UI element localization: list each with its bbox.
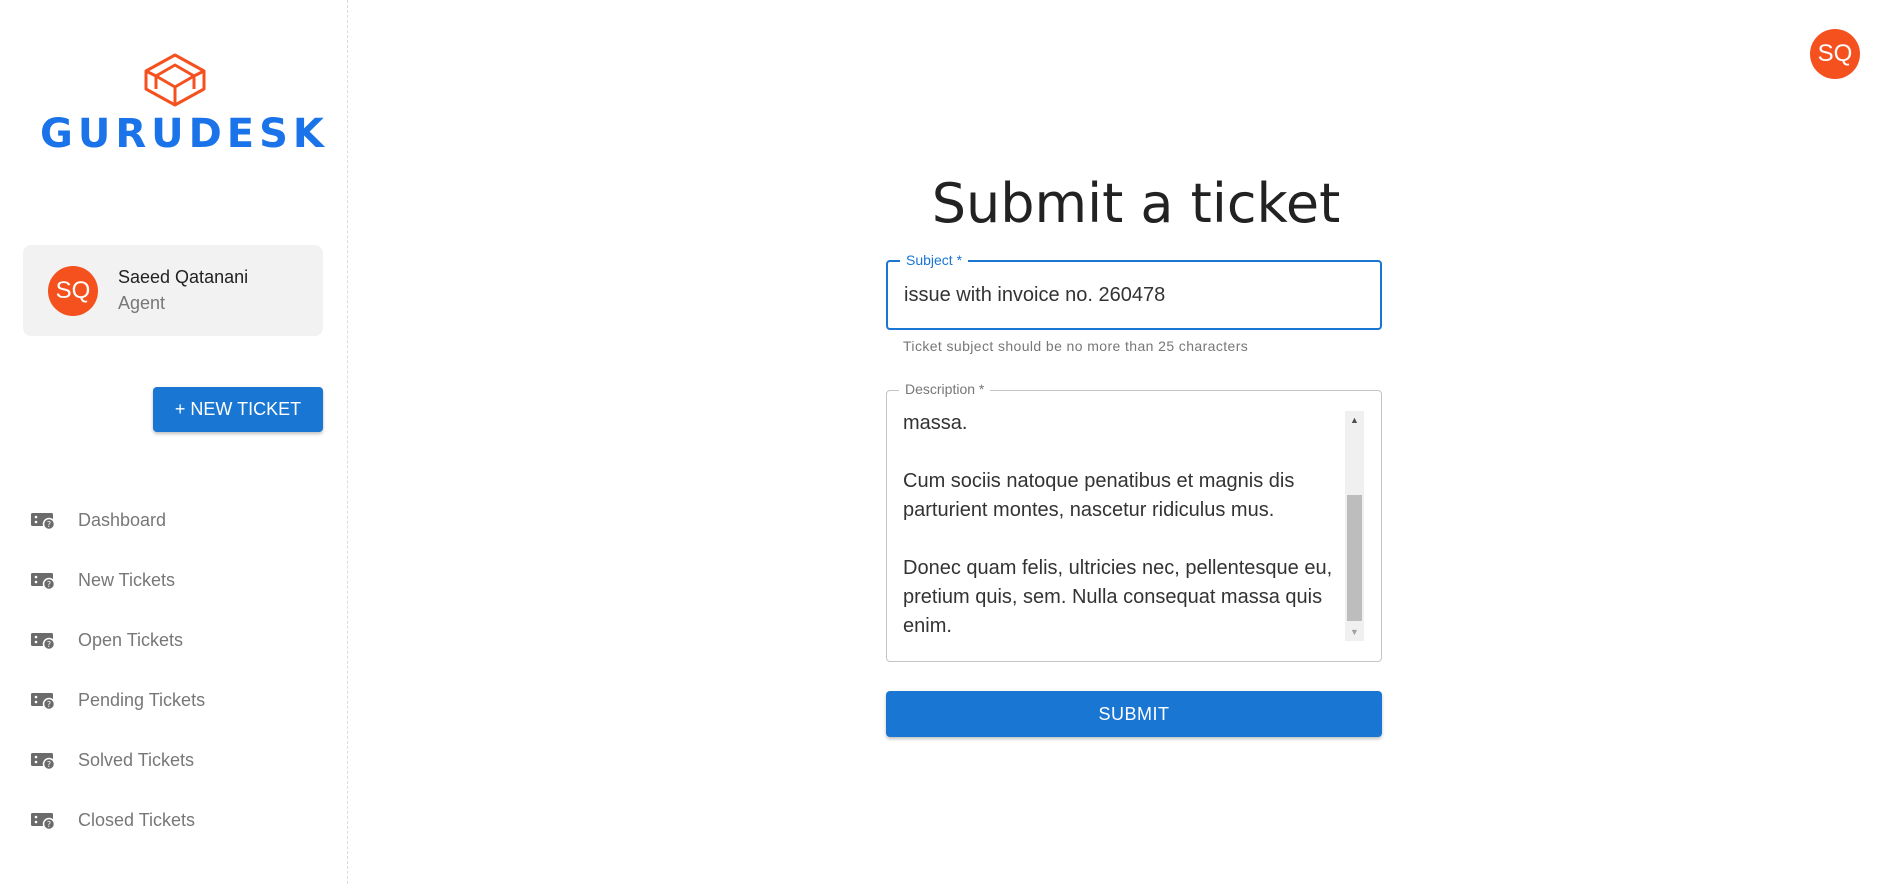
sidebar-item-label: New Tickets [78, 569, 176, 590]
description-scrollbar[interactable]: ▲ ▼ [1345, 411, 1364, 641]
ticket-icon: ? [31, 513, 56, 530]
ticket-icon: ? [31, 813, 56, 830]
page-title: Submit a ticket [931, 172, 1341, 235]
ticket-icon: ? [31, 573, 56, 590]
user-role: Agent [118, 293, 166, 313]
ticket-icon: ? [31, 633, 56, 650]
sidebar: GURUDESK SQ Saeed Qatanani Agent + NEW T… [0, 0, 348, 884]
sidebar-item-solved-tickets[interactable]: ? Solved Tickets [30, 740, 330, 780]
description-field[interactable]: Description * massa. Cum sociis natoque … [886, 381, 1382, 662]
svg-text:?: ? [47, 580, 51, 589]
sidebar-item-closed-tickets[interactable]: ? Closed Tickets [30, 800, 330, 840]
scroll-up-arrow-icon[interactable]: ▲ [1345, 411, 1364, 429]
ticket-icon: ? [31, 693, 56, 710]
description-paragraph: Donec quam felis, ultricies nec, pellent… [903, 557, 1333, 637]
sidebar-item-label: Pending Tickets [78, 689, 206, 710]
description-textarea[interactable]: massa. Cum sociis natoque penatibus et m… [903, 409, 1348, 641]
description-label: Description * [899, 381, 991, 397]
ticket-icon: ? [31, 753, 56, 770]
sidebar-item-dashboard[interactable]: ? Dashboard [30, 500, 330, 540]
avatar: SQ [48, 266, 98, 316]
svg-text:?: ? [47, 820, 51, 829]
new-ticket-button[interactable]: + NEW TICKET [153, 387, 323, 432]
description-paragraph: massa. [903, 412, 968, 434]
cube-icon [144, 53, 206, 107]
sidebar-item-label: Solved Tickets [78, 749, 195, 770]
brand-logo[interactable]: GURUDESK [40, 52, 329, 157]
description-paragraph: Cum sociis natoque penatibus et magnis d… [903, 470, 1295, 521]
account-avatar-button[interactable]: SQ [1810, 29, 1860, 79]
subject-input[interactable] [888, 262, 1380, 328]
scrollbar-thumb[interactable] [1347, 495, 1362, 621]
svg-text:?: ? [47, 640, 51, 649]
user-name: Saeed Qatanani [118, 267, 249, 287]
scroll-down-arrow-icon[interactable]: ▼ [1345, 623, 1364, 641]
sidebar-item-open-tickets[interactable]: ? Open Tickets [30, 620, 330, 660]
sidebar-item-label: Closed Tickets [78, 809, 196, 830]
subject-helper-text: Ticket subject should be no more than 25… [903, 338, 1249, 354]
submit-button[interactable]: SUBMIT [886, 691, 1382, 737]
sidebar-item-pending-tickets[interactable]: ? Pending Tickets [30, 680, 330, 720]
sidebar-item-new-tickets[interactable]: ? New Tickets [30, 560, 330, 600]
sidebar-item-label: Open Tickets [78, 629, 184, 650]
svg-text:?: ? [47, 520, 51, 529]
svg-text:?: ? [47, 760, 51, 769]
brand-name: GURUDESK [40, 111, 329, 157]
svg-text:?: ? [47, 700, 51, 709]
sidebar-item-label: Dashboard [78, 509, 167, 530]
user-card: SQ Saeed Qatanani Agent [23, 245, 323, 336]
subject-field[interactable]: Subject * [886, 252, 1382, 330]
